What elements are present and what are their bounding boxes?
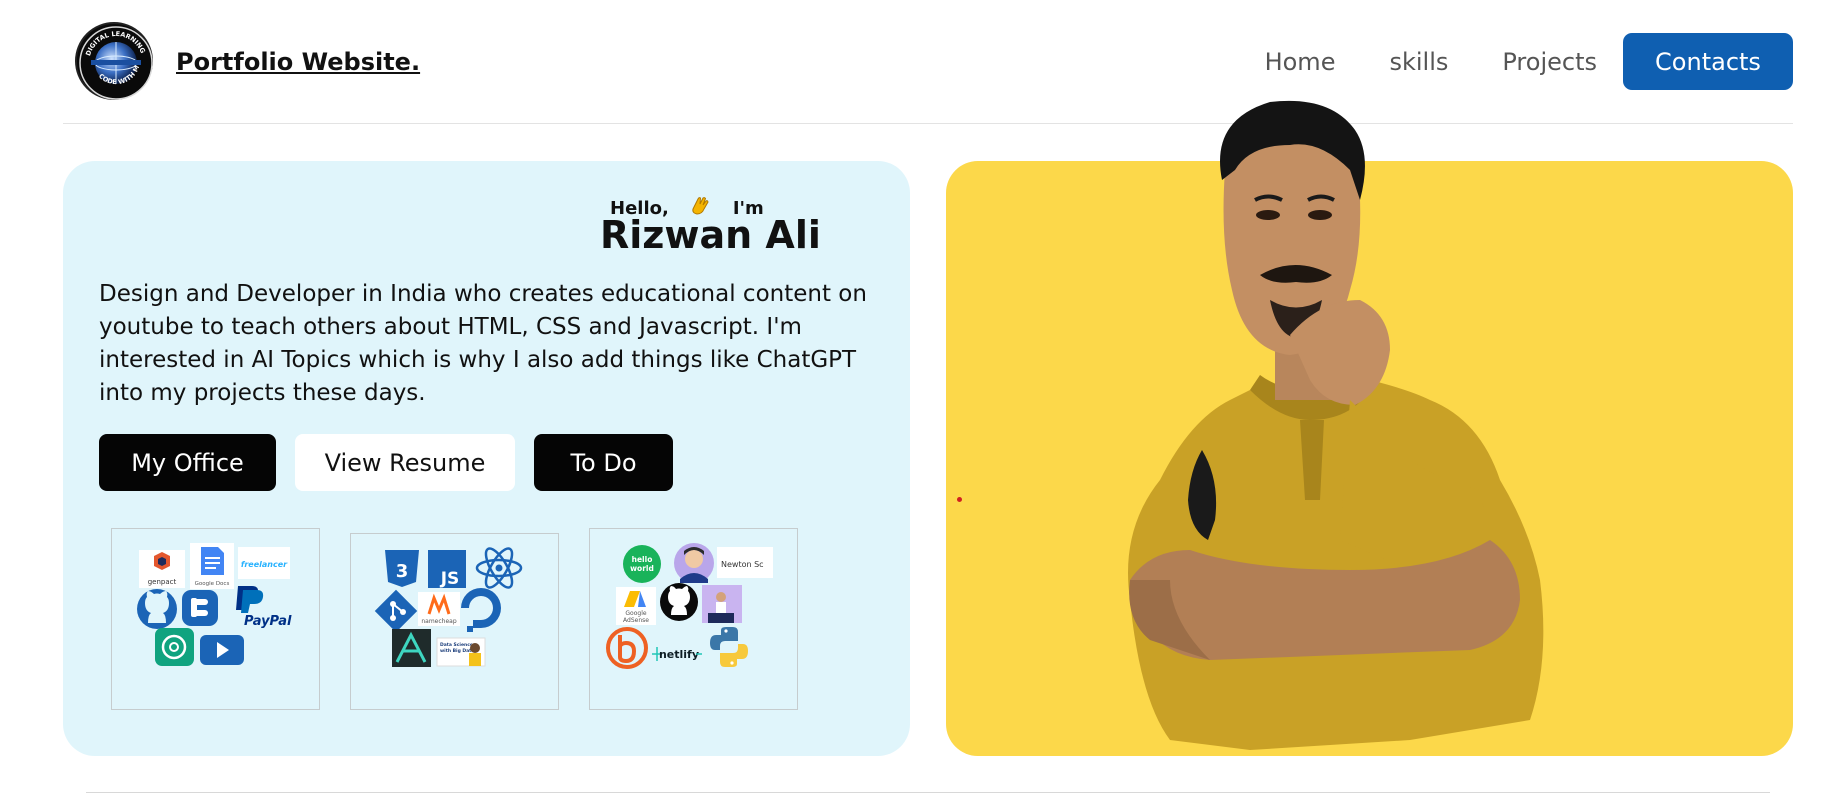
blogger-logo bbox=[182, 590, 218, 626]
freelancer-logo: freelancer bbox=[238, 547, 290, 579]
tools-tile-1[interactable]: genpact Google Docs freelancer PayPal bbox=[111, 528, 320, 710]
avatar-thumbnail bbox=[674, 543, 714, 583]
svg-text:3: 3 bbox=[396, 561, 409, 582]
svg-text:AdSense: AdSense bbox=[623, 617, 649, 624]
svg-text:Google: Google bbox=[625, 610, 646, 617]
git-logo bbox=[374, 589, 418, 633]
bitly-logo bbox=[606, 627, 648, 669]
site-logo[interactable]: DIGITAL LEARNING CODE WITH ME bbox=[75, 22, 153, 100]
brand-link[interactable]: Portfolio Website. bbox=[176, 48, 420, 76]
nav-projects[interactable]: Projects bbox=[1502, 48, 1597, 76]
view-resume-button[interactable]: View Resume bbox=[295, 434, 515, 491]
hello-world-logo: hello world bbox=[623, 545, 661, 583]
paypal-logo: PayPal bbox=[236, 586, 292, 629]
logo-app-icon bbox=[392, 629, 431, 667]
svg-text:genpact: genpact bbox=[148, 578, 177, 586]
chatgpt-logo bbox=[155, 628, 194, 666]
newton-school-logo: Newton Sc bbox=[717, 547, 773, 578]
genpact-logo: genpact bbox=[139, 550, 185, 588]
contacts-button[interactable]: Contacts bbox=[1623, 33, 1793, 90]
my-office-button[interactable]: My Office bbox=[99, 434, 276, 491]
svg-text:Data Science: Data Science bbox=[440, 642, 473, 648]
hero-bio: Design and Developer in India who create… bbox=[99, 281, 867, 406]
svg-text:JS: JS bbox=[440, 569, 460, 589]
namecheap-logo: namecheap bbox=[418, 592, 460, 626]
github-logo bbox=[137, 589, 177, 629]
css3-logo: 3 bbox=[385, 550, 419, 587]
speaker-thumbnail bbox=[702, 585, 742, 623]
tools-tile-2[interactable]: 3 JS namecheap Data Science with Big Dat… bbox=[350, 533, 559, 710]
red-dot bbox=[957, 497, 962, 502]
data-science-thumbnail: Data Science with Big Data bbox=[436, 637, 486, 667]
svg-text:Newton Sc: Newton Sc bbox=[721, 560, 764, 569]
main-nav: Home skills Projects Contacts bbox=[1265, 33, 1793, 90]
tools-tile-3[interactable]: hello world Newton Sc Google AdSense net… bbox=[589, 528, 798, 710]
svg-text:world: world bbox=[630, 564, 654, 573]
react-logo bbox=[475, 547, 523, 589]
to-do-button[interactable]: To Do bbox=[534, 434, 673, 491]
svg-text:hello: hello bbox=[632, 555, 653, 564]
github-logo bbox=[660, 583, 698, 621]
svg-text:namecheap: namecheap bbox=[421, 618, 456, 625]
intro-card: Hello, I'm Rizwan Ali Design and Develop… bbox=[63, 161, 910, 756]
svg-text:Google Docs: Google Docs bbox=[195, 581, 230, 587]
youtube-logo bbox=[200, 635, 244, 665]
python-logo bbox=[710, 627, 748, 667]
netlify-logo: netlify bbox=[652, 647, 702, 661]
portrait-photo bbox=[1110, 100, 1630, 765]
hero-actions: My Office View Resume To Do bbox=[99, 434, 692, 491]
google-docs-logo: Google Docs bbox=[190, 543, 234, 589]
svg-text:PayPal: PayPal bbox=[244, 614, 292, 629]
svg-text:netlify: netlify bbox=[659, 648, 699, 661]
svg-text:freelancer: freelancer bbox=[241, 560, 288, 569]
nav-home[interactable]: Home bbox=[1265, 48, 1336, 76]
digitalocean-logo bbox=[461, 588, 501, 632]
google-adsense-logo: Google AdSense bbox=[616, 587, 656, 625]
nav-skills[interactable]: skills bbox=[1389, 48, 1448, 76]
hero-name: Rizwan Ali bbox=[600, 213, 821, 257]
javascript-logo: JS bbox=[428, 550, 466, 589]
